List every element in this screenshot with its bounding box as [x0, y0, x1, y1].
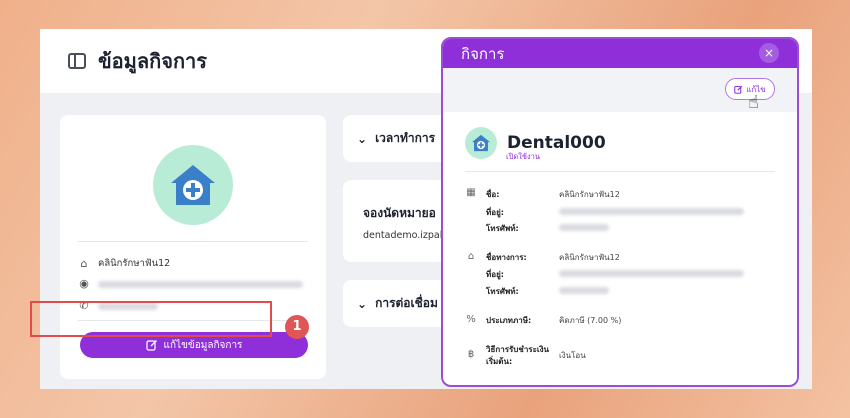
trade-phone-label: โทรศัพท์: [486, 287, 519, 296]
hand-cursor-icon: ☝ [748, 92, 759, 113]
business-modal: กิจการ × แก้ไข ☝ Dental000 เปิดใช้งาน ▦ … [441, 37, 799, 387]
trade-name-label: ชื่อทางการ: [486, 253, 527, 262]
building-icon: ▦ [466, 187, 476, 198]
home-plus-icon [171, 165, 215, 205]
org-name-value: คลินิกรักษาฟัน12 [559, 190, 620, 199]
payment-label-default: เริ่มต้น: [486, 357, 513, 366]
clinic-logo [153, 145, 233, 225]
org-name-label: ชื่อ: [486, 190, 500, 199]
modal-toolbar: แก้ไข ☝ [443, 68, 797, 113]
clinic-name-row: ⌂ คลินิกรักษาฟัน12 [78, 256, 171, 271]
edit-icon [734, 85, 743, 94]
section-connect-label: การต่อเชื่อม [375, 296, 438, 310]
business-card: ⌂ คลินิกรักษาฟัน12 ◉ ✆ แก้ไขข้อมูลกิจการ [60, 115, 326, 379]
payment-value: เงินโอน [559, 351, 586, 360]
divider [78, 241, 308, 242]
home-plus-icon [472, 134, 490, 152]
edit-business-label: แก้ไขข้อมูลกิจการ [163, 339, 243, 351]
highlight-box [30, 301, 272, 337]
trade-address-blurred [559, 270, 744, 277]
org-address-blurred [559, 208, 744, 215]
house-icon: ⌂ [80, 256, 88, 270]
trade-phone-blurred [559, 287, 609, 294]
tax-label: ประเภทภาษี: [486, 316, 532, 325]
baht-icon: ฿ [467, 349, 475, 360]
page-title: ข้อมูลกิจการ [98, 49, 208, 73]
address-row: ◉ [78, 278, 303, 290]
chevron-down-icon: ⌄ [357, 131, 368, 146]
org-phone-label: โทรศัพท์: [486, 224, 519, 233]
edit-icon [145, 340, 157, 351]
modal-header: กิจการ × [443, 39, 797, 68]
modal-title: กิจการ [461, 44, 505, 63]
close-icon[interactable]: × [759, 43, 779, 63]
chevron-down-icon: ⌄ [357, 296, 368, 311]
section-hours-label: เวลาทำการ [375, 131, 436, 145]
divider [465, 171, 775, 172]
business-logo [465, 127, 497, 159]
booking-title: จองนัดหมายอ [363, 206, 436, 220]
house-icon: ⌂ [467, 251, 475, 262]
tax-value: คิดภาษี (7.00 %) [559, 316, 622, 325]
trade-name-value: คลินิกรักษาฟัน12 [559, 253, 620, 262]
clinic-name: คลินิกรักษาฟัน12 [98, 258, 171, 269]
status-badge: เปิดใช้งาน [506, 152, 540, 161]
address-blurred [98, 280, 303, 288]
org-phone-blurred [559, 224, 609, 231]
tax-icon: % [466, 314, 476, 325]
trade-address-label: ที่อยู่: [486, 270, 504, 279]
business-name: Dental000 [507, 133, 606, 153]
book-icon [68, 53, 86, 69]
step-badge: 1 [285, 315, 309, 339]
location-pin-icon: ◉ [79, 277, 89, 290]
org-address-label: ที่อยู่: [486, 208, 504, 217]
